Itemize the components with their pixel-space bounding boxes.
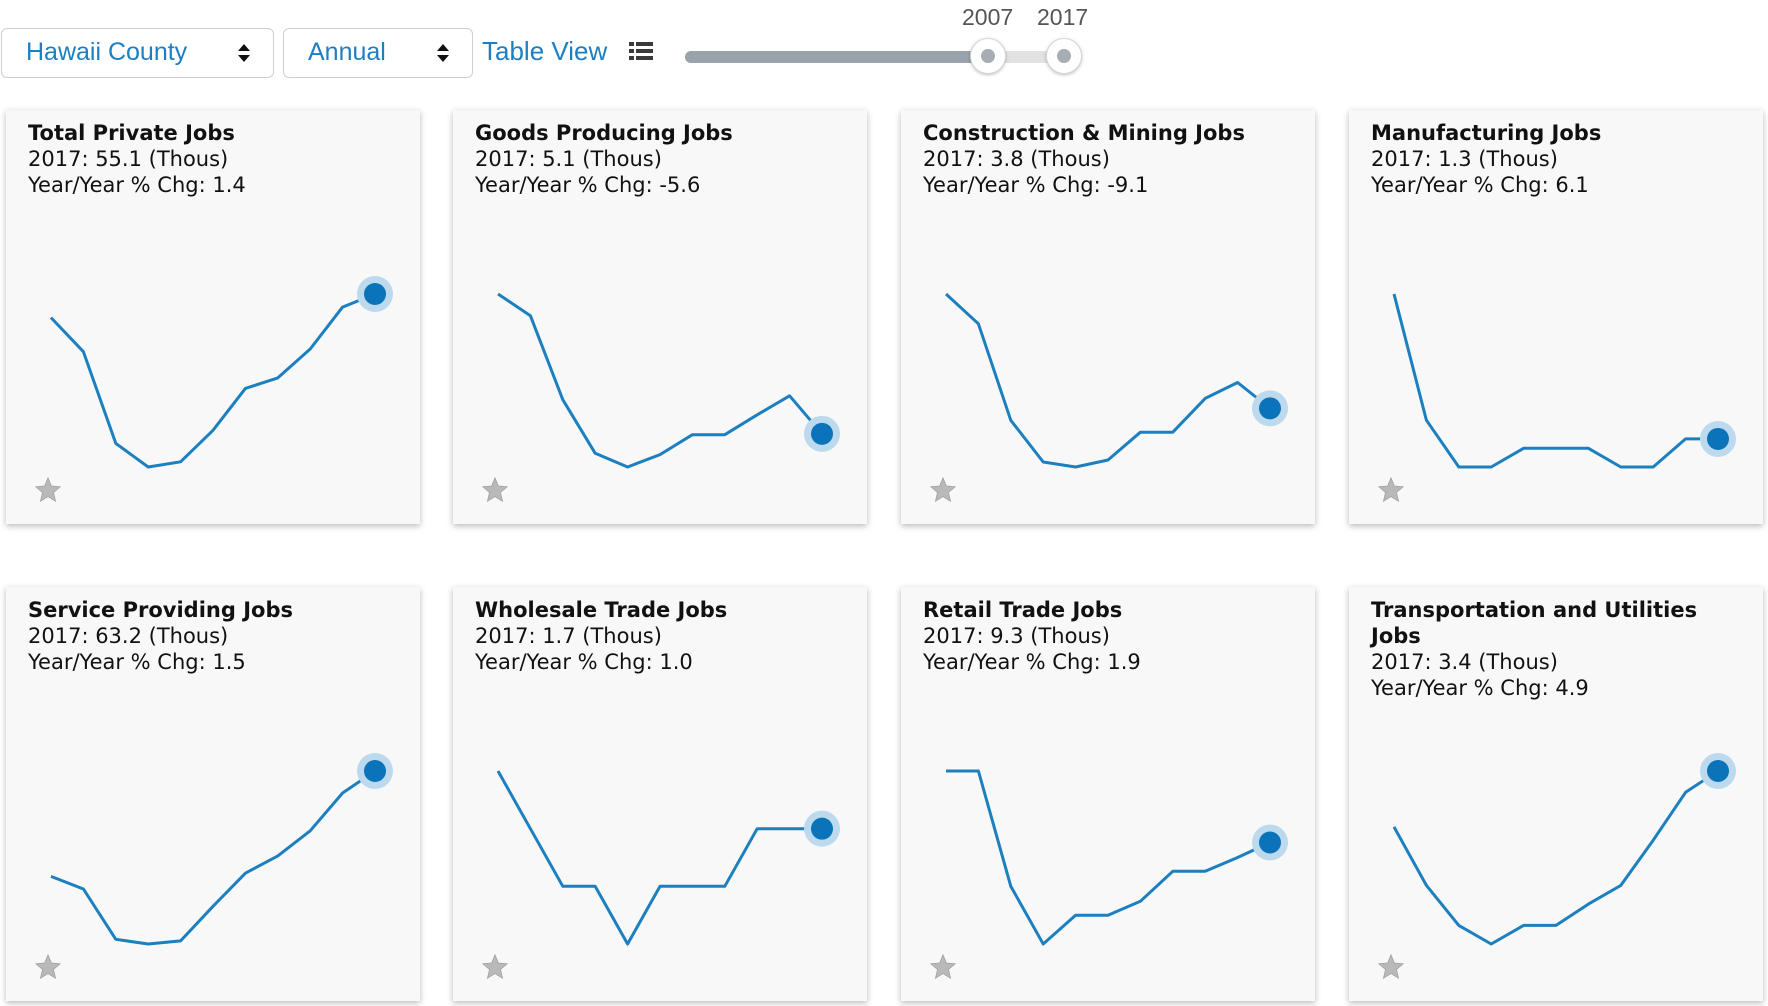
latest-point[interactable]: [811, 422, 833, 445]
chart-card[interactable]: Construction & Mining Jobs 2017: 3.8 (Tho…: [901, 110, 1315, 524]
star-icon[interactable]: [34, 953, 62, 981]
frequency-select-value: Annual: [308, 38, 386, 66]
latest-point[interactable]: [1259, 831, 1281, 854]
up-down-caret-icon: [437, 44, 449, 62]
sparkline-series: [1392, 769, 1719, 946]
region-select[interactable]: Hawaii County: [1, 28, 274, 78]
star-icon[interactable]: [481, 476, 509, 504]
chart-card[interactable]: Manufacturing Jobs 2017: 1.3 (Thous) Year/…: [1349, 110, 1763, 524]
year-range-slider-selection[interactable]: [685, 51, 989, 63]
table-view-link[interactable]: Table View: [482, 36, 653, 67]
sparkline-chart: [497, 292, 840, 469]
sparkline-chart: [944, 292, 1288, 469]
star-icon[interactable]: [481, 953, 509, 981]
sparkline-series: [50, 769, 376, 946]
slider-end-year: 2017: [1037, 4, 1089, 30]
sparkline-series: [49, 292, 376, 469]
latest-point[interactable]: [811, 817, 833, 840]
table-view-label: Table View: [482, 36, 608, 66]
chart-card[interactable]: Retail Trade Jobs 2017: 9.3 (Thous) Year/Y…: [901, 587, 1315, 1001]
sparkline-series: [944, 292, 1271, 469]
latest-point[interactable]: [364, 760, 386, 782]
chart-card[interactable]: Goods Producing Jobs 2017: 5.1 (Thous) Yea…: [453, 110, 867, 524]
chart-card[interactable]: Wholesale Trade Jobs 2017: 1.7 (Thous) Yea…: [453, 587, 867, 1001]
sparkline-series: [946, 769, 1271, 946]
sparkline-chart: [496, 770, 840, 946]
chart-card[interactable]: Total Private Jobs 2017: 55.1 (Thous) Year…: [6, 110, 420, 524]
star-icon[interactable]: [929, 476, 957, 504]
star-icon[interactable]: [1377, 953, 1405, 981]
slider-end-handle[interactable]: [1046, 38, 1082, 74]
slider-start-handle[interactable]: [970, 38, 1006, 74]
frequency-select[interactable]: Annual: [283, 28, 473, 78]
latest-point[interactable]: [1707, 760, 1729, 782]
latest-point[interactable]: [364, 283, 386, 305]
sparkline-chart: [49, 276, 393, 469]
sparkline-series: [1392, 293, 1718, 469]
sparkline-chart: [1392, 293, 1736, 469]
slider-start-year: 2007: [962, 4, 1014, 30]
sparkline-chart: [50, 753, 393, 946]
region-select-value: Hawaii County: [26, 38, 188, 66]
chart-card[interactable]: Transportation and Utilities Jobs 2017: 3…: [1349, 587, 1763, 1001]
chart-card[interactable]: Service Providing Jobs 2017: 63.2 (Thous)…: [6, 587, 420, 1001]
star-icon[interactable]: [34, 476, 62, 504]
latest-point[interactable]: [1259, 397, 1281, 420]
up-down-caret-icon: [238, 44, 250, 62]
sparkline-chart: [946, 769, 1288, 946]
sparkline-series: [496, 770, 822, 946]
star-icon[interactable]: [1377, 476, 1405, 504]
sparkline-series: [497, 292, 824, 469]
latest-point[interactable]: [1707, 427, 1729, 450]
star-icon[interactable]: [929, 953, 957, 981]
list-icon: [628, 42, 653, 61]
sparkline-chart: [1392, 753, 1736, 946]
